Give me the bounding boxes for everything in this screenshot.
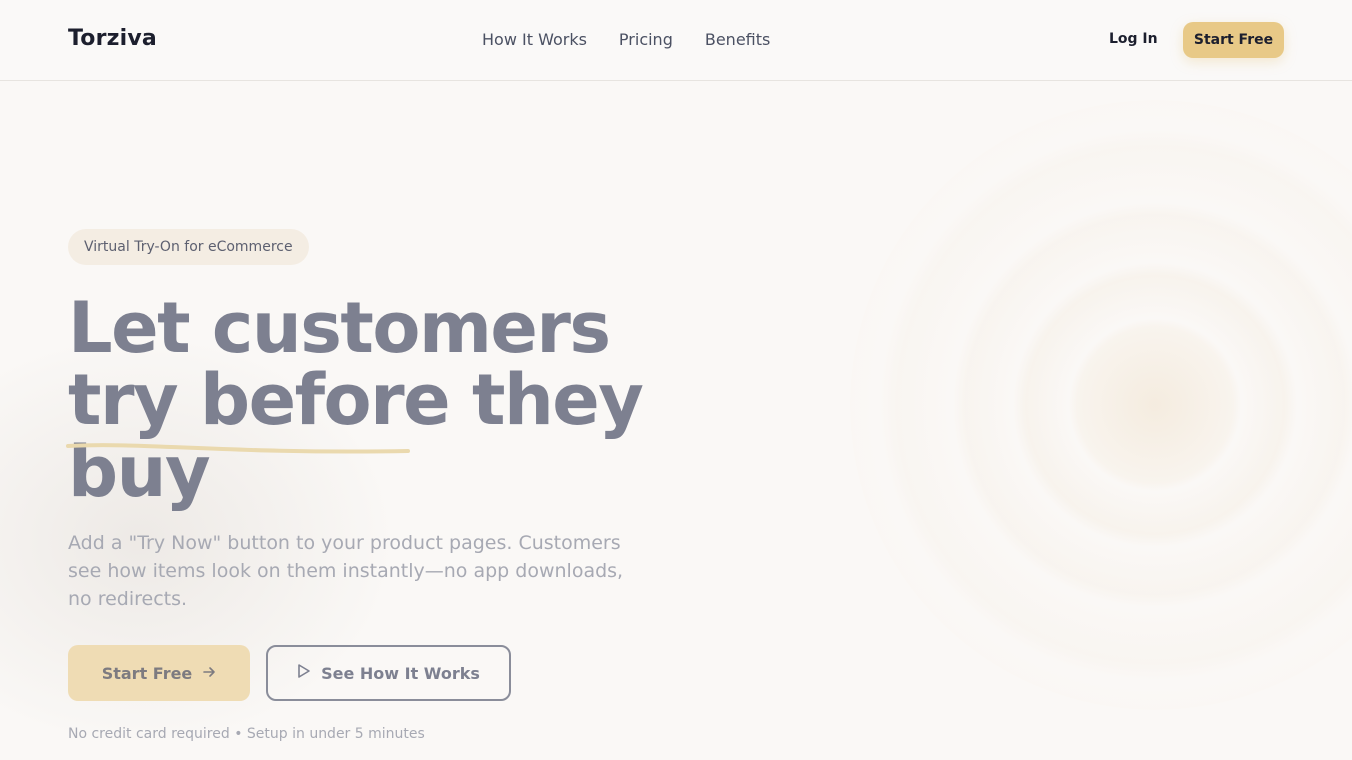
see-how-it-works-label: See How It Works xyxy=(321,663,480,683)
headline-underline-decoration xyxy=(66,443,410,454)
site-header: Torziva How It Works Pricing Benefits Lo… xyxy=(0,0,1352,81)
hero-headline: Let customers try before they buy xyxy=(68,292,668,508)
play-icon xyxy=(297,663,311,683)
nav-link-benefits[interactable]: Benefits xyxy=(705,30,771,49)
nav-link-how-it-works[interactable]: How It Works xyxy=(482,30,587,49)
hero-subtext: Add a "Try Now" button to your product p… xyxy=(68,532,624,610)
see-how-it-works-button[interactable]: See How It Works xyxy=(266,645,511,701)
brand-logo[interactable]: Torziva xyxy=(68,26,157,51)
hero-start-free-button[interactable]: Start Free xyxy=(68,645,250,701)
hero-start-free-label: Start Free xyxy=(101,663,193,683)
header-start-free-button[interactable]: Start Free xyxy=(1183,22,1284,58)
nav-link-pricing[interactable]: Pricing xyxy=(619,30,673,49)
main-nav: How It Works Pricing Benefits xyxy=(482,30,770,49)
login-link[interactable]: Log In xyxy=(1109,31,1158,47)
landing-page: Torziva How It Works Pricing Benefits Lo… xyxy=(0,0,1352,760)
hero-badge: Virtual Try-On for eCommerce xyxy=(68,229,309,265)
headline-line-1: Let customers xyxy=(68,287,611,369)
hero-illustration-rings xyxy=(850,100,1352,710)
hero-footnote: No credit card required • Setup in under… xyxy=(68,726,425,742)
headline-line-2: try before they xyxy=(68,359,644,441)
arrow-right-icon xyxy=(202,664,216,683)
hero-badge-label: Virtual Try-On for eCommerce xyxy=(84,239,293,255)
